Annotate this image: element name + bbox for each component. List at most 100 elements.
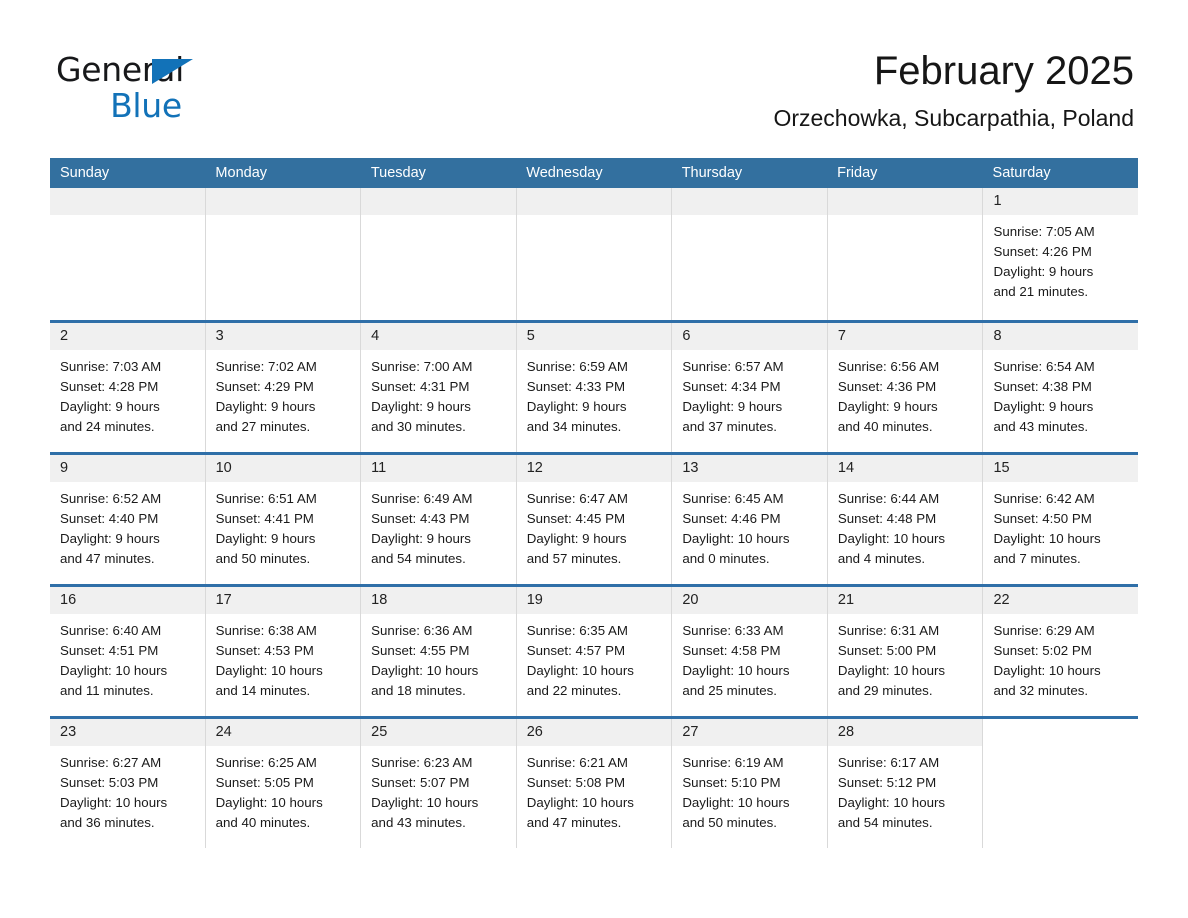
daylight-text-line1: Daylight: 9 hours — [837, 399, 938, 414]
weekday-header-saturday: Saturday — [992, 165, 1051, 181]
day-cell[interactable]: 25 Sunrise: 6:23 AM Sunset: 5:07 PM Dayl… — [361, 719, 517, 848]
day-cell[interactable]: 23 Sunrise: 6:27 AM Sunset: 5:03 PM Dayl… — [50, 719, 206, 848]
daylight-text-line2: and 18 minutes. — [371, 683, 466, 698]
day-number: 11 — [361, 455, 516, 482]
sunset-text: Sunset: 4:38 PM — [993, 379, 1092, 394]
daylight-text-line1: Daylight: 9 hours — [60, 531, 160, 546]
weekday-header-thursday: Thursday — [681, 165, 743, 181]
day-info: Sunrise: 7:05 AM Sunset: 4:26 PM Dayligh… — [983, 215, 1138, 302]
day-cell[interactable]: 1 Sunrise: 7:05 AM Sunset: 4:26 PM Dayli… — [983, 188, 1139, 320]
calendar-page: General Blue February 2025 Orzechowka, S… — [0, 0, 1188, 918]
calendar-grid: Sunday Monday Tuesday Wednesday Thursday… — [50, 158, 1139, 848]
day-cell — [516, 188, 673, 320]
sunset-text: Sunset: 4:55 PM — [371, 643, 470, 658]
day-cell[interactable]: 15 Sunrise: 6:42 AM Sunset: 4:50 PM Dayl… — [983, 455, 1139, 584]
sunset-text: Sunset: 5:02 PM — [993, 643, 1092, 658]
day-cell[interactable]: 14 Sunrise: 6:44 AM Sunset: 4:48 PM Dayl… — [827, 455, 984, 584]
day-cell[interactable]: 13 Sunrise: 6:45 AM Sunset: 4:46 PM Dayl… — [672, 455, 828, 584]
day-cell[interactable]: 3 Sunrise: 7:02 AM Sunset: 4:29 PM Dayli… — [205, 323, 362, 452]
day-cell[interactable]: 5 Sunrise: 6:59 AM Sunset: 4:33 PM Dayli… — [516, 323, 673, 452]
day-cell[interactable]: 22 Sunrise: 6:29 AM Sunset: 5:02 PM Dayl… — [983, 587, 1139, 716]
day-cell[interactable]: 17 Sunrise: 6:38 AM Sunset: 4:53 PM Dayl… — [205, 587, 362, 716]
day-number: 23 — [50, 719, 205, 746]
daylight-text-line1: Daylight: 10 hours — [526, 663, 634, 678]
day-cell[interactable]: 16 Sunrise: 6:40 AM Sunset: 4:51 PM Dayl… — [50, 587, 206, 716]
day-number: 26 — [516, 719, 672, 746]
day-info: Sunrise: 7:03 AM Sunset: 4:28 PM Dayligh… — [50, 350, 205, 437]
day-cell — [672, 188, 828, 320]
day-number: 7 — [827, 323, 983, 350]
sunrise-text: Sunrise: 6:45 AM — [682, 491, 784, 506]
sunrise-text: Sunrise: 6:36 AM — [371, 623, 473, 638]
day-cell[interactable]: 12 Sunrise: 6:47 AM Sunset: 4:45 PM Dayl… — [516, 455, 673, 584]
daylight-text-line1: Daylight: 9 hours — [60, 399, 160, 414]
sunset-text: Sunset: 5:10 PM — [682, 775, 781, 790]
daylight-text-line1: Daylight: 10 hours — [682, 795, 790, 810]
week-row: 1 Sunrise: 7:05 AM Sunset: 4:26 PM Dayli… — [50, 188, 1139, 320]
day-cell[interactable]: 27 Sunrise: 6:19 AM Sunset: 5:10 PM Dayl… — [672, 719, 828, 848]
day-number: 3 — [205, 323, 361, 350]
sunrise-text: Sunrise: 6:23 AM — [371, 755, 473, 770]
sunset-text: Sunset: 4:46 PM — [682, 511, 781, 526]
day-cell[interactable]: 11 Sunrise: 6:49 AM Sunset: 4:43 PM Dayl… — [361, 455, 517, 584]
brand-logo-bottom: Blue — [56, 86, 236, 125]
week-row: 23 Sunrise: 6:27 AM Sunset: 5:03 PM Dayl… — [50, 716, 1139, 848]
sunrise-text: Sunrise: 6:25 AM — [215, 755, 317, 770]
day-number: 20 — [672, 587, 827, 614]
day-number — [361, 188, 516, 215]
day-cell[interactable]: 10 Sunrise: 6:51 AM Sunset: 4:41 PM Dayl… — [205, 455, 362, 584]
day-number: 16 — [50, 587, 205, 614]
sunset-text: Sunset: 4:33 PM — [526, 379, 626, 394]
day-number: 21 — [827, 587, 983, 614]
day-cell[interactable]: 24 Sunrise: 6:25 AM Sunset: 5:05 PM Dayl… — [205, 719, 362, 848]
day-cell[interactable]: 6 Sunrise: 6:57 AM Sunset: 4:34 PM Dayli… — [672, 323, 828, 452]
sunset-text: Sunset: 4:26 PM — [993, 244, 1092, 259]
day-cell[interactable]: 19 Sunrise: 6:35 AM Sunset: 4:57 PM Dayl… — [516, 587, 673, 716]
day-cell[interactable]: 20 Sunrise: 6:33 AM Sunset: 4:58 PM Dayl… — [672, 587, 828, 716]
day-cell[interactable]: 4 Sunrise: 7:00 AM Sunset: 4:31 PM Dayli… — [361, 323, 517, 452]
daylight-text-line2: and 34 minutes. — [526, 419, 622, 434]
day-cell[interactable]: 8 Sunrise: 6:54 AM Sunset: 4:38 PM Dayli… — [983, 323, 1139, 452]
day-info: Sunrise: 6:21 AM Sunset: 5:08 PM Dayligh… — [517, 746, 672, 833]
brand-logo[interactable]: General Blue — [56, 52, 236, 125]
sunset-text: Sunset: 4:40 PM — [60, 511, 159, 526]
weekday-header-friday: Friday — [837, 165, 878, 181]
day-info: Sunrise: 6:38 AM Sunset: 4:53 PM Dayligh… — [206, 614, 361, 701]
day-info: Sunrise: 6:19 AM Sunset: 5:10 PM Dayligh… — [672, 746, 827, 833]
sunrise-text: Sunrise: 6:51 AM — [215, 491, 317, 506]
day-number: 22 — [983, 587, 1139, 614]
day-number: 28 — [827, 719, 983, 746]
daylight-text-line1: Daylight: 9 hours — [993, 399, 1094, 414]
day-number: 18 — [361, 587, 516, 614]
daylight-text-line2: and 27 minutes. — [215, 419, 311, 434]
sunrise-text: Sunrise: 6:17 AM — [837, 755, 940, 770]
sunset-text: Sunset: 4:29 PM — [215, 379, 314, 394]
day-cell[interactable]: 26 Sunrise: 6:21 AM Sunset: 5:08 PM Dayl… — [516, 719, 673, 848]
week-row: 16 Sunrise: 6:40 AM Sunset: 4:51 PM Dayl… — [50, 584, 1139, 716]
day-cell[interactable]: 7 Sunrise: 6:56 AM Sunset: 4:36 PM Dayli… — [827, 323, 984, 452]
sunset-text: Sunset: 4:57 PM — [526, 643, 626, 658]
day-info: Sunrise: 6:29 AM Sunset: 5:02 PM Dayligh… — [983, 614, 1138, 701]
day-cell[interactable]: 9 Sunrise: 6:52 AM Sunset: 4:40 PM Dayli… — [50, 455, 206, 584]
day-cell[interactable]: 21 Sunrise: 6:31 AM Sunset: 5:00 PM Dayl… — [827, 587, 984, 716]
daylight-text-line1: Daylight: 9 hours — [371, 531, 471, 546]
day-info: Sunrise: 6:44 AM Sunset: 4:48 PM Dayligh… — [828, 482, 983, 569]
sunrise-text: Sunrise: 6:19 AM — [682, 755, 784, 770]
day-info: Sunrise: 6:57 AM Sunset: 4:34 PM Dayligh… — [672, 350, 827, 437]
sunrise-text: Sunrise: 6:33 AM — [682, 623, 784, 638]
daylight-text-line2: and 32 minutes. — [993, 683, 1089, 698]
sunset-text: Sunset: 4:34 PM — [682, 379, 781, 394]
day-cell[interactable]: 2 Sunrise: 7:03 AM Sunset: 4:28 PM Dayli… — [50, 323, 206, 452]
daylight-text-line1: Daylight: 10 hours — [682, 531, 790, 546]
page-title: February 2025 — [873, 49, 1134, 93]
day-info: Sunrise: 6:54 AM Sunset: 4:38 PM Dayligh… — [983, 350, 1138, 437]
day-info: Sunrise: 7:02 AM Sunset: 4:29 PM Dayligh… — [206, 350, 361, 437]
day-cell[interactable]: 18 Sunrise: 6:36 AM Sunset: 4:55 PM Dayl… — [361, 587, 517, 716]
day-cell[interactable]: 28 Sunrise: 6:17 AM Sunset: 5:12 PM Dayl… — [827, 719, 984, 848]
daylight-text-line2: and 54 minutes. — [371, 551, 466, 566]
sunrise-text: Sunrise: 6:35 AM — [526, 623, 628, 638]
sunset-text: Sunset: 4:58 PM — [682, 643, 781, 658]
day-info: Sunrise: 6:27 AM Sunset: 5:03 PM Dayligh… — [50, 746, 205, 833]
sunset-text: Sunset: 4:53 PM — [215, 643, 314, 658]
daylight-text-line1: Daylight: 9 hours — [215, 399, 316, 414]
